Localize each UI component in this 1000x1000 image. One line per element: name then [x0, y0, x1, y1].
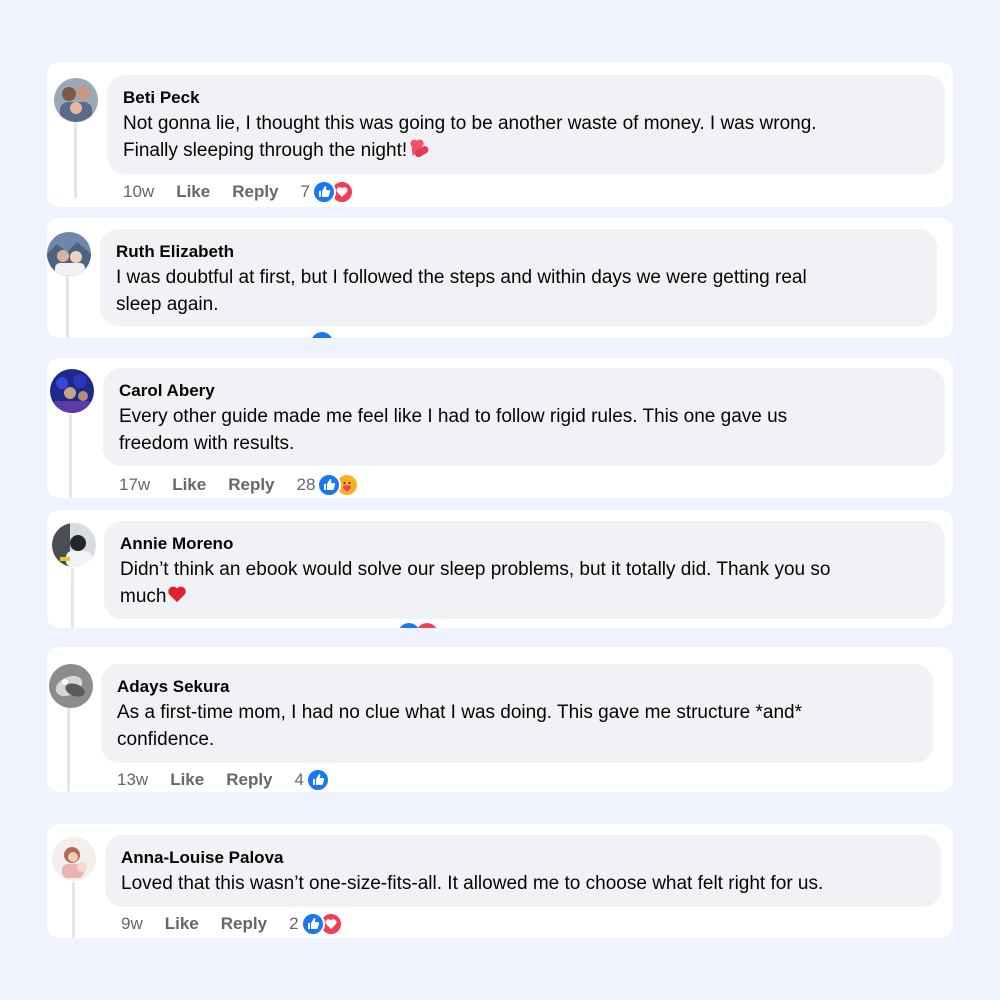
comment-line: Not gonna lie, I thought this was going …	[123, 113, 817, 134]
comment-card: Beti Peck Not gonna lie, I thought this …	[47, 62, 953, 207]
timestamp[interactable]: 13w	[117, 770, 148, 790]
timestamp[interactable]: 10w	[123, 182, 154, 202]
comment-text: Not gonna lie, I thought this was going …	[123, 110, 929, 164]
love-icon[interactable]	[416, 623, 438, 628]
timestamp[interactable]: 17w	[119, 475, 150, 495]
comment-card: Anna-Louise Palova Loved that this wasn’…	[47, 824, 953, 938]
reply-button[interactable]: Reply	[228, 475, 274, 495]
like-icon[interactable]	[317, 473, 342, 497]
thread-line	[72, 882, 75, 938]
like-button[interactable]: Like	[176, 182, 210, 202]
comment-card: Annie Moreno Didn’t think an ebook would…	[47, 510, 953, 628]
timestamp[interactable]: 9w	[121, 914, 143, 934]
thread-line	[67, 707, 70, 792]
author-name[interactable]: Anna-Louise Palova	[121, 847, 925, 869]
comment-actions: 10w Like Reply 7	[123, 179, 354, 205]
thread-line	[74, 118, 77, 198]
comment-bubble: Anna-Louise Palova Loved that this wasn’…	[105, 835, 941, 907]
thread-line	[66, 274, 69, 338]
like-icon[interactable]	[398, 623, 420, 628]
comment-bubble: Annie Moreno Didn’t think an ebook would…	[104, 521, 945, 619]
comment-text: Didn’t think an ebook would solve our sl…	[120, 556, 929, 610]
comment-line: much	[120, 586, 167, 607]
like-button[interactable]: Like	[172, 475, 206, 495]
avatar[interactable]	[52, 837, 96, 881]
reaction-count[interactable]: 28	[297, 475, 316, 495]
avatar[interactable]	[50, 369, 94, 413]
avatar[interactable]	[49, 664, 93, 708]
comment-card: Carol Abery Every other guide made me fe…	[47, 358, 953, 498]
thread-line	[71, 568, 74, 628]
reaction-count[interactable]: 2	[289, 914, 298, 934]
reaction-count[interactable]: 4	[295, 770, 304, 790]
comment-actions: 9w Like Reply 2	[121, 911, 343, 937]
comment-line: I was doubtful at first, but I followed …	[116, 267, 807, 288]
reply-button[interactable]: Reply	[226, 770, 272, 790]
comment-bubble: Adays Sekura As a first-time mom, I had …	[101, 664, 933, 763]
author-name[interactable]: Carol Abery	[119, 380, 929, 402]
heart-icon	[410, 139, 429, 158]
comment-line: Finally sleeping through the night!	[123, 140, 408, 161]
like-icon[interactable]	[311, 332, 333, 338]
comment-card: Ruth Elizabeth I was doubtful at first, …	[47, 218, 953, 338]
comment-line: Every other guide made me feel like I ha…	[119, 406, 788, 427]
author-name[interactable]: Beti Peck	[123, 87, 929, 109]
comment-bubble: Carol Abery Every other guide made me fe…	[103, 368, 945, 466]
comment-line: sleep again.	[116, 294, 219, 315]
thread-line	[69, 414, 72, 498]
comment-text: I was doubtful at first, but I followed …	[116, 264, 921, 318]
reaction-count[interactable]: 7	[301, 182, 310, 202]
comment-bubble: Beti Peck Not gonna lie, I thought this …	[107, 75, 945, 174]
comment-text: As a first-time mom, I had no clue what …	[117, 699, 917, 753]
comment-actions: 17w Like Reply 28	[119, 472, 360, 498]
author-name[interactable]: Annie Moreno	[120, 533, 929, 555]
avatar[interactable]	[54, 78, 98, 122]
author-name[interactable]: Ruth Elizabeth	[116, 241, 921, 263]
reply-button[interactable]: Reply	[232, 182, 278, 202]
like-button[interactable]: Like	[170, 770, 204, 790]
like-icon[interactable]	[300, 912, 325, 936]
comment-text: Loved that this wasn’t one-size-fits-all…	[121, 873, 824, 894]
avatar[interactable]	[47, 232, 91, 276]
comment-card: Adays Sekura As a first-time mom, I had …	[47, 647, 953, 792]
author-name[interactable]: Adays Sekura	[117, 676, 917, 698]
like-icon[interactable]	[311, 180, 336, 204]
heart-icon	[168, 586, 187, 603]
comment-line: Didn’t think an ebook would solve our sl…	[120, 559, 831, 580]
comment-bubble: Ruth Elizabeth I was doubtful at first, …	[100, 229, 937, 326]
reply-button[interactable]: Reply	[221, 914, 267, 934]
comment-actions: 13w Like Reply 4	[117, 767, 330, 792]
comment-line: As a first-time mom, I had no clue what …	[117, 702, 803, 723]
comment-text: Every other guide made me feel like I ha…	[119, 403, 929, 457]
like-button[interactable]: Like	[165, 914, 199, 934]
comment-line: freedom with results.	[119, 433, 295, 454]
comment-line: confidence.	[117, 729, 215, 750]
like-icon[interactable]	[305, 768, 330, 792]
avatar[interactable]	[52, 523, 96, 567]
